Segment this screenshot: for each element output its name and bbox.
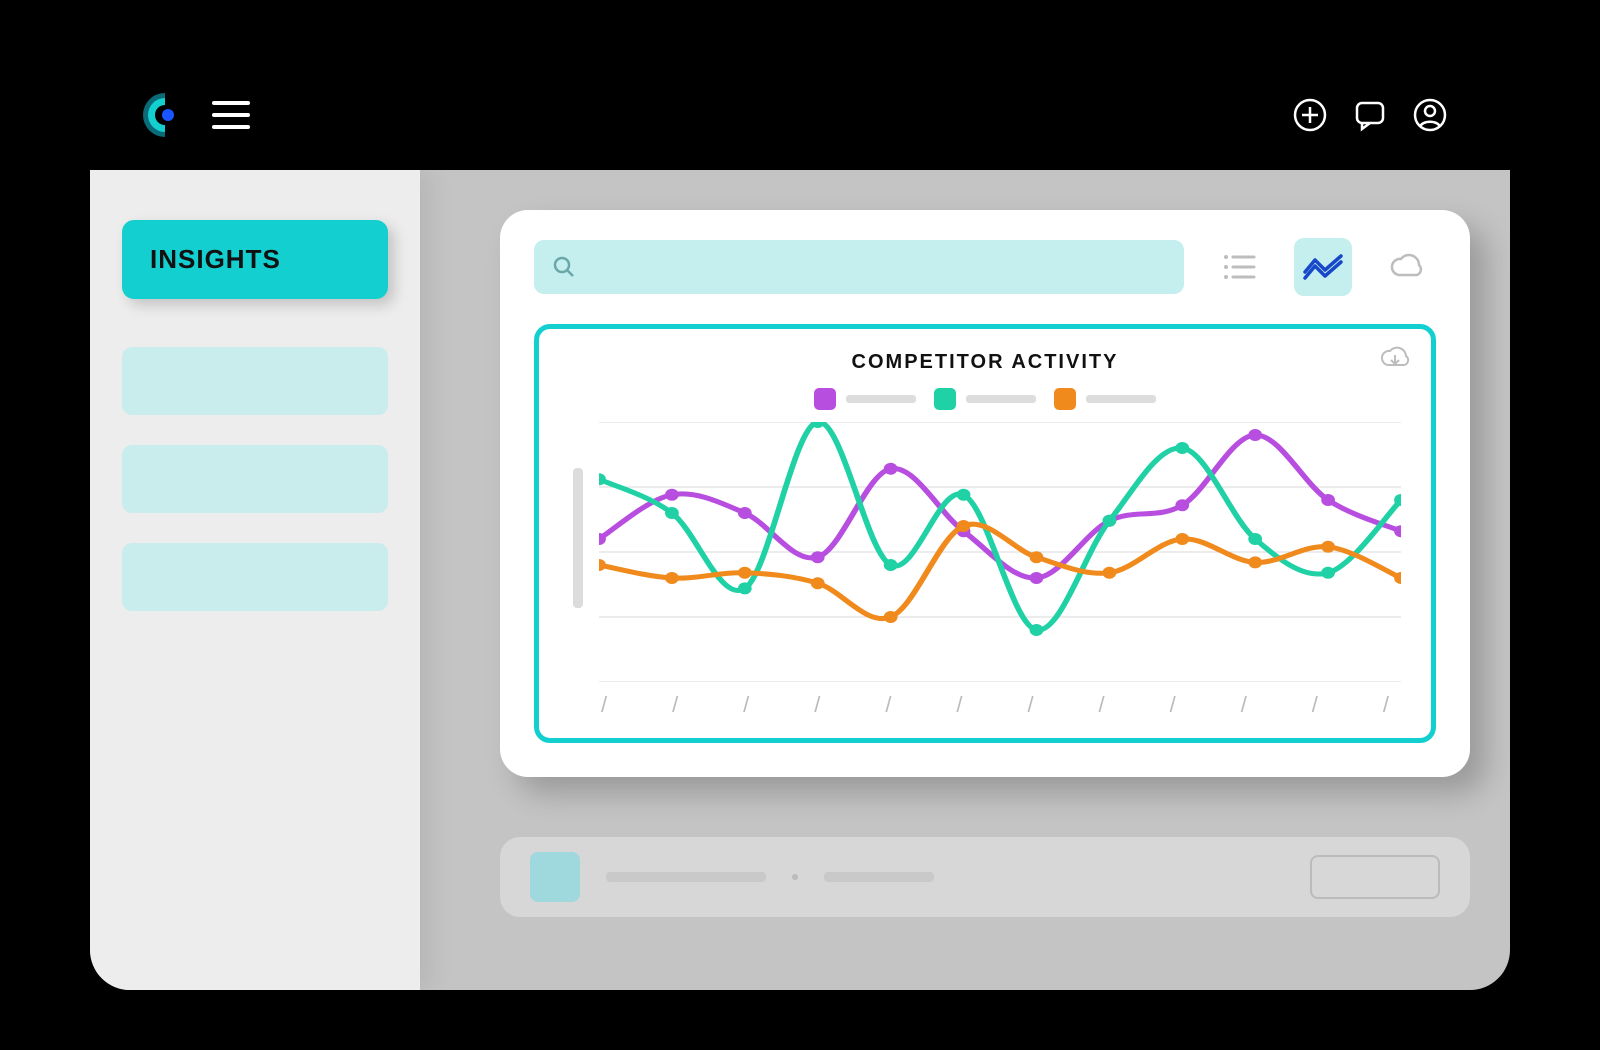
x-tick: / <box>1027 692 1043 714</box>
cloud-view-button[interactable] <box>1378 238 1436 296</box>
x-tick: / <box>1241 692 1257 714</box>
x-tick: / <box>956 692 972 714</box>
x-tick: / <box>672 692 688 714</box>
add-icon[interactable] <box>1280 97 1340 133</box>
legend-item <box>814 388 916 410</box>
text-placeholder <box>606 872 766 882</box>
sidebar-item[interactable] <box>122 543 388 611</box>
legend-label-placeholder <box>966 395 1036 403</box>
chart-title: COMPETITOR ACTIVITY <box>569 351 1401 374</box>
x-tick: / <box>1383 692 1399 714</box>
legend-item <box>934 388 1036 410</box>
action-button[interactable] <box>1310 855 1440 899</box>
x-tick: / <box>1099 692 1115 714</box>
x-tick: / <box>885 692 901 714</box>
chart-icon <box>1303 252 1343 282</box>
x-tick: / <box>1312 692 1328 714</box>
list-view-button[interactable] <box>1210 238 1268 296</box>
chart-view-button[interactable] <box>1294 238 1352 296</box>
thumbnail <box>530 852 580 902</box>
legend-label-placeholder <box>846 395 916 403</box>
text-placeholder <box>824 872 934 882</box>
profile-icon[interactable] <box>1400 97 1460 133</box>
x-tick: / <box>1170 692 1186 714</box>
cloud-download-icon <box>1379 345 1411 371</box>
legend-label-placeholder <box>1086 395 1156 403</box>
insights-card: COMPETITOR ACTIVITY <box>500 210 1470 777</box>
download-button[interactable] <box>1379 345 1411 376</box>
legend-swatch <box>934 388 956 410</box>
sidebar-item[interactable] <box>122 347 388 415</box>
chart-scrollbar[interactable] <box>573 468 583 608</box>
chart-legend <box>569 388 1401 410</box>
search-input[interactable] <box>534 240 1184 294</box>
search-icon <box>552 255 576 279</box>
insights-button[interactable]: INSIGHTS <box>122 220 388 299</box>
dot-separator <box>792 874 798 880</box>
x-tick: / <box>601 692 617 714</box>
chart-x-ticks: / / / / / / / / / / / / <box>569 692 1401 714</box>
chat-icon[interactable] <box>1340 97 1400 133</box>
menu-icon[interactable] <box>212 101 250 129</box>
chart-panel: COMPETITOR ACTIVITY <box>534 324 1436 743</box>
legend-swatch <box>1054 388 1076 410</box>
cloud-icon <box>1389 253 1425 281</box>
list-item[interactable] <box>500 837 1470 917</box>
list-icon <box>1222 252 1256 282</box>
legend-item <box>1054 388 1156 410</box>
x-tick: / <box>743 692 759 714</box>
sidebar-item[interactable] <box>122 445 388 513</box>
app-logo[interactable] <box>140 90 190 140</box>
chart-plot <box>599 422 1401 682</box>
sidebar: INSIGHTS <box>90 170 420 990</box>
x-tick: / <box>814 692 830 714</box>
legend-swatch <box>814 388 836 410</box>
